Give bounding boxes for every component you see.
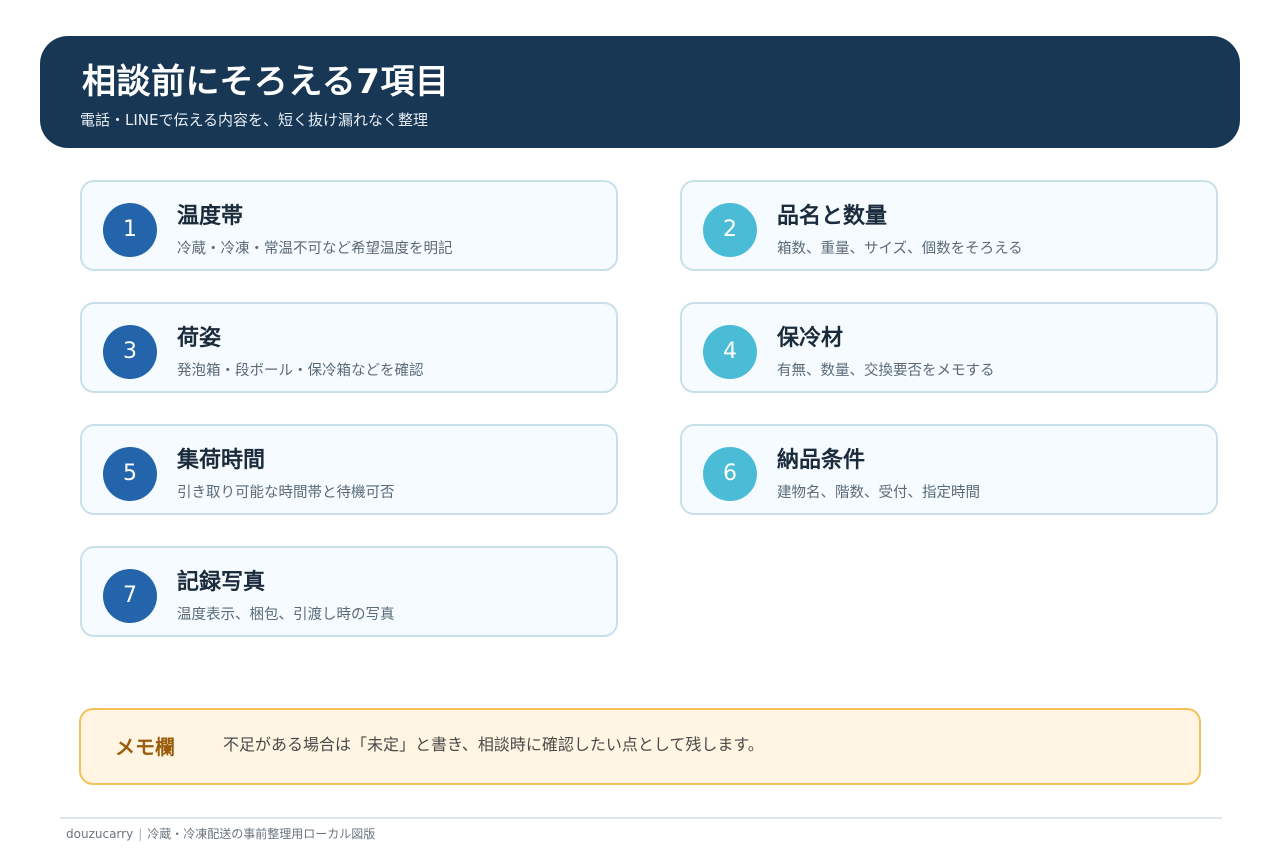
item-card-2: 2 品名と数量 箱数、重量、サイズ、個数をそろえる bbox=[680, 180, 1218, 271]
footer: douzucarry | 冷蔵・冷凍配送の事前整理用ローカル図版 bbox=[66, 825, 375, 843]
item-number-badge: 7 bbox=[103, 569, 157, 623]
item-card-5: 5 集荷時間 引き取り可能な時間帯と待機可否 bbox=[80, 424, 618, 515]
item-card-4: 4 保冷材 有無、数量、交換要否をメモする bbox=[680, 302, 1218, 393]
item-card-6: 6 納品条件 建物名、階数、受付、指定時間 bbox=[680, 424, 1218, 515]
item-card-1: 1 温度帯 冷蔵・冷凍・常温不可など希望温度を明記 bbox=[80, 180, 618, 271]
page-title: 相談前にそろえる7項目 bbox=[82, 62, 450, 102]
item-description: 有無、数量、交換要否をメモする bbox=[777, 363, 995, 379]
item-number-badge: 2 bbox=[703, 203, 757, 257]
footer-brand: douzucarry bbox=[66, 827, 134, 841]
item-description: 温度表示、梱包、引渡し時の写真 bbox=[177, 607, 395, 623]
item-card-3: 3 荷姿 発泡箱・段ボール・保冷箱などを確認 bbox=[80, 302, 618, 393]
item-title: 荷姿 bbox=[177, 326, 222, 351]
item-title: 納品条件 bbox=[777, 448, 866, 473]
item-title: 品名と数量 bbox=[777, 204, 888, 229]
item-card-7: 7 記録写真 温度表示、梱包、引渡し時の写真 bbox=[80, 546, 618, 637]
memo-box: メモ欄 不足がある場合は「未定」と書き、相談時に確認したい点として残します。 bbox=[79, 708, 1201, 785]
item-number-badge: 5 bbox=[103, 447, 157, 501]
memo-text: 不足がある場合は「未定」と書き、相談時に確認したい点として残します。 bbox=[223, 735, 764, 754]
item-number-badge: 1 bbox=[103, 203, 157, 257]
item-description: 箱数、重量、サイズ、個数をそろえる bbox=[777, 241, 1023, 257]
item-number-badge: 3 bbox=[103, 325, 157, 379]
footer-caption: 冷蔵・冷凍配送の事前整理用ローカル図版 bbox=[147, 827, 376, 841]
item-title: 保冷材 bbox=[777, 326, 844, 351]
item-description: 発泡箱・段ボール・保冷箱などを確認 bbox=[177, 363, 424, 379]
item-title: 温度帯 bbox=[177, 204, 244, 229]
item-title: 集荷時間 bbox=[177, 448, 266, 473]
item-number-badge: 6 bbox=[703, 447, 757, 501]
header-banner: 相談前にそろえる7項目 電話・LINEで伝える内容を、短く抜け漏れなく整理 bbox=[40, 36, 1240, 148]
item-description: 建物名、階数、受付、指定時間 bbox=[777, 485, 980, 501]
item-number-badge: 4 bbox=[703, 325, 757, 379]
memo-label: メモ欄 bbox=[115, 735, 175, 759]
footer-separator: | bbox=[138, 827, 143, 841]
item-description: 冷蔵・冷凍・常温不可など希望温度を明記 bbox=[177, 241, 453, 257]
page-subtitle: 電話・LINEで伝える内容を、短く抜け漏れなく整理 bbox=[80, 111, 429, 129]
footer-divider bbox=[60, 817, 1222, 819]
item-title: 記録写真 bbox=[177, 570, 266, 595]
item-description: 引き取り可能な時間帯と待機可否 bbox=[177, 485, 395, 501]
